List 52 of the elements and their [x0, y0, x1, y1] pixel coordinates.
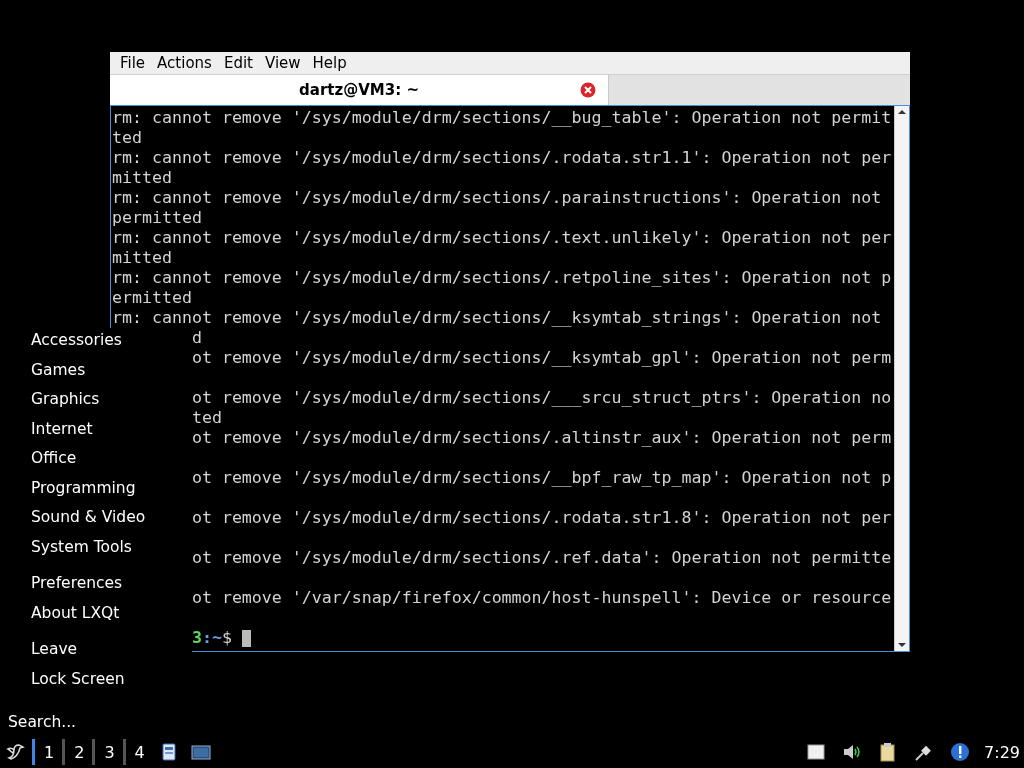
- terminal-line: rm: cannot remove '/sys/module/drm/sections/__ksymtab_strings': Operation not: [112, 308, 882, 328]
- menu-entry[interactable]: System Tools: [31, 534, 192, 564]
- text-cursor: [241, 630, 251, 647]
- terminal-line: ot remove '/sys/module/drm/sections/.rodata.str1.8': Operation not per: [191, 508, 892, 528]
- menu-entry[interactable]: Graphics: [31, 387, 192, 417]
- desktop-switch[interactable]: 1: [32, 739, 63, 765]
- menu-entry[interactable]: About LXQt: [31, 600, 192, 630]
- terminal-line: rm: cannot remove '/sys/module/drm/sections/__bug_table': Operation not permit: [112, 108, 892, 128]
- menu-entry[interactable]: Lock Screen: [31, 666, 192, 696]
- terminal-line: ermitted: [112, 288, 192, 308]
- menu-entry[interactable]: Sound & Video: [31, 505, 192, 535]
- menu-item[interactable]: File: [114, 54, 152, 72]
- menu-item[interactable]: Actions: [151, 54, 218, 72]
- volume-icon[interactable]: [842, 742, 863, 762]
- shell-prompt: 3:~$: [191, 628, 232, 648]
- menu-item[interactable]: Help: [306, 54, 353, 72]
- terminal-line: mitted: [112, 168, 172, 188]
- terminal-line: d: [191, 328, 202, 348]
- terminal-line: permitted: [112, 208, 202, 228]
- info-alert-icon[interactable]: [950, 742, 971, 762]
- terminal-line: rm: cannot remove '/sys/module/drm/sections/.rodata.str1.1': Operation not per: [112, 148, 892, 168]
- bird-icon[interactable]: [6, 742, 26, 762]
- terminal-line: ot remove '/sys/module/drm/sections/.altinstr_aux': Operation not perm: [191, 428, 892, 448]
- terminal-line: rm: cannot remove '/sys/module/drm/sections/.parainstructions': Operation not: [112, 188, 882, 208]
- terminal-line: ted: [112, 128, 142, 148]
- desktop-switch[interactable]: 2: [62, 739, 93, 765]
- menu-entry[interactable]: Internet: [31, 416, 192, 446]
- terminal-line: rm: cannot remove '/sys/module/drm/sections/.text.unlikely': Operation not per: [112, 228, 892, 248]
- terminal-line: ot remove '/sys/module/drm/sections/__ksymtab_gpl': Operation not perm: [191, 348, 892, 368]
- menu-entry[interactable]: Accessories: [31, 328, 192, 358]
- terminal-line: ot remove '/sys/module/drm/sections/__bpf_raw_tp_map': Operation not p: [191, 468, 892, 488]
- terminal-line: mitted: [112, 248, 172, 268]
- menu-entry[interactable]: Preferences: [31, 571, 192, 601]
- menu-entry[interactable]: Programming: [31, 475, 192, 505]
- scrollbar[interactable]: [894, 106, 909, 651]
- desktop-switch[interactable]: 4: [122, 739, 153, 765]
- terminal-icon[interactable]: [190, 742, 211, 762]
- menu-entry[interactable]: Leave: [31, 637, 192, 667]
- menu-entry[interactable]: Office: [31, 446, 192, 476]
- menu-entry[interactable]: Games: [31, 357, 192, 387]
- desktop-switch[interactable]: 3: [92, 739, 123, 765]
- terminal-line: ot remove '/sys/module/drm/sections/___srcu_struct_ptrs': Operation no: [191, 388, 892, 408]
- menu-item[interactable]: Edit: [217, 54, 259, 72]
- terminal-line: ot remove '/var/snap/firefox/common/host-hunspell': Device or resource: [191, 588, 892, 608]
- terminal-tab[interactable]: dartz@VM3: ~: [110, 75, 609, 105]
- terminal-line: ot remove '/sys/module/drm/sections/.ref.data': Operation not permitte: [191, 548, 892, 568]
- terminal-line: rm: cannot remove '/sys/module/drm/sections/.retpoline_sites': Operation not p: [112, 268, 892, 288]
- terminal-line: ted: [191, 408, 222, 428]
- close-icon[interactable]: [580, 82, 596, 98]
- clock: 7:29: [984, 742, 1020, 762]
- menu-item[interactable]: View: [258, 54, 307, 72]
- drive-icon[interactable]: [806, 742, 827, 762]
